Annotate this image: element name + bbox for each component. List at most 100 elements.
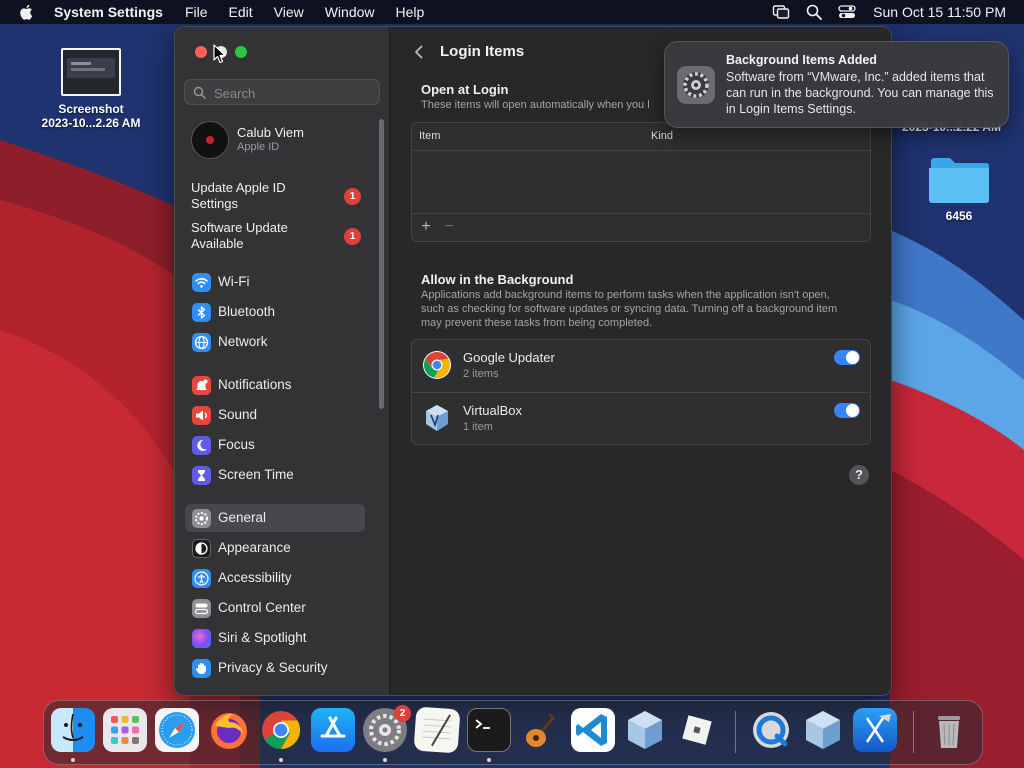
sidebar-item-bluetooth[interactable]: Bluetooth xyxy=(185,298,365,326)
dock-xcode[interactable] xyxy=(853,708,897,752)
help-button[interactable]: ? xyxy=(849,465,869,485)
sound-icon xyxy=(192,406,211,425)
sidebar-item-label: Sound xyxy=(218,407,258,422)
menu-file[interactable]: File xyxy=(185,4,208,20)
apple-logo-icon[interactable] xyxy=(18,3,36,21)
background-item-count: 2 items xyxy=(463,368,499,380)
dock-roblox[interactable] xyxy=(675,708,719,752)
sidebar-scrollbar[interactable] xyxy=(379,119,384,409)
dock-chrome[interactable] xyxy=(259,708,303,752)
menu-help[interactable]: Help xyxy=(396,4,425,20)
chrome-icon xyxy=(262,711,301,750)
textedit-icon xyxy=(422,714,452,747)
dock-quicktime[interactable] xyxy=(749,708,793,752)
notice-update-apple-id[interactable]: Update Apple ID Settings 1 xyxy=(191,180,371,214)
allow-background-title: Allow in the Background xyxy=(421,272,574,287)
notifications-icon xyxy=(192,376,211,395)
sidebar-item-accessibility[interactable]: Accessibility xyxy=(185,564,365,592)
virtualbox-toggle[interactable] xyxy=(834,403,860,418)
notice-software-update[interactable]: Software Update Available 1 xyxy=(191,220,371,254)
dock-vscode[interactable] xyxy=(571,708,615,752)
back-chevron-icon[interactable] xyxy=(410,43,428,61)
window-zoom-button[interactable] xyxy=(235,46,247,58)
sidebar-item-network[interactable]: Network xyxy=(185,328,365,356)
dock-separator xyxy=(913,711,914,753)
dock-terminal[interactable] xyxy=(467,708,511,752)
menu-edit[interactable]: Edit xyxy=(229,4,253,20)
column-header-kind[interactable]: Kind xyxy=(651,130,673,142)
vscode-icon xyxy=(576,714,607,746)
chrome-icon xyxy=(423,351,451,379)
dock-system-settings[interactable]: 2 xyxy=(363,705,411,752)
sidebar-search[interactable] xyxy=(184,79,380,105)
sidebar-item-privacy-security[interactable]: Privacy & Security xyxy=(185,654,365,682)
avatar xyxy=(191,121,229,159)
dock-virtualbox-2[interactable] xyxy=(801,708,845,752)
sidebar-item-focus[interactable]: Focus xyxy=(185,431,365,459)
window-close-button[interactable] xyxy=(195,46,207,58)
column-header-item[interactable]: Item xyxy=(419,130,440,142)
dock-finder[interactable] xyxy=(51,708,95,752)
sidebar-item-siri-spotlight[interactable]: Siri & Spotlight xyxy=(185,624,365,652)
sidebar-item-label: Appearance xyxy=(218,540,291,555)
sidebar-item-wifi[interactable]: Wi-Fi xyxy=(185,268,365,296)
apple-id-account[interactable]: Calub Viem Apple ID xyxy=(191,121,381,161)
search-input[interactable] xyxy=(212,83,376,103)
dock-app-store[interactable] xyxy=(311,708,355,752)
menu-window[interactable]: Window xyxy=(325,4,375,20)
dock-trash[interactable] xyxy=(927,708,971,752)
virtualbox-icon xyxy=(426,405,448,431)
sidebar-item-control-center[interactable]: Control Center xyxy=(185,594,365,622)
appearance-icon xyxy=(192,539,211,558)
roblox-icon xyxy=(682,715,712,745)
list-item-google-updater[interactable]: Google Updater 2 items xyxy=(412,340,870,392)
screen-time-icon xyxy=(192,466,211,485)
google-updater-toggle[interactable] xyxy=(834,350,860,365)
sidebar-item-sound[interactable]: Sound xyxy=(185,401,365,429)
sidebar-item-label: Network xyxy=(218,334,268,349)
dock-launchpad[interactable] xyxy=(103,708,147,752)
sidebar-item-label: Focus xyxy=(218,437,255,452)
desktop-screenshot-file[interactable]: Screenshot 2023-10...2.26 AM xyxy=(30,48,152,130)
open-at-login-description: These items will open automatically when… xyxy=(421,99,650,111)
control-center-menu-icon[interactable] xyxy=(838,3,856,21)
privacy-hand-icon xyxy=(192,659,211,678)
dock-garageband[interactable] xyxy=(519,708,563,752)
sidebar-item-label: Control Center xyxy=(218,600,306,615)
menu-view[interactable]: View xyxy=(274,4,304,20)
sidebar-item-label: General xyxy=(218,510,267,525)
dock-safari[interactable] xyxy=(155,708,199,752)
sidebar-item-label: Siri & Spotlight xyxy=(218,630,307,645)
sidebar-item-screen-time[interactable]: Screen Time xyxy=(185,461,365,489)
sidebar-item-label: Privacy & Security xyxy=(218,660,328,675)
spotlight-search-icon[interactable] xyxy=(805,3,823,21)
dock-virtualbox[interactable] xyxy=(623,708,667,752)
menu-bar-extras: Sun Oct 15 11:50 PM xyxy=(757,0,1006,24)
page-title: Login Items xyxy=(440,43,525,60)
login-items-table[interactable]: Item Kind + − xyxy=(411,122,871,242)
sidebar-item-notifications[interactable]: Notifications xyxy=(185,371,365,399)
dock-firefox[interactable] xyxy=(207,708,251,752)
sidebar-item-general[interactable]: General xyxy=(185,504,365,532)
menu-clock[interactable]: Sun Oct 15 11:50 PM xyxy=(873,4,1006,20)
firefox-icon xyxy=(211,713,247,749)
dock-running-indicator xyxy=(487,758,491,762)
quicktime-icon xyxy=(753,712,789,748)
notification-banner[interactable]: Background Items Added Software from “VM… xyxy=(664,41,1009,128)
list-item-virtualbox[interactable]: VirtualBox 1 item xyxy=(412,392,870,444)
accessibility-icon xyxy=(192,569,211,588)
screen-mirroring-icon[interactable] xyxy=(772,3,790,21)
dock: 2 xyxy=(43,700,983,765)
dock-separator xyxy=(735,711,736,753)
background-item-name: Google Updater xyxy=(463,350,555,365)
notification-title: Background Items Added xyxy=(726,53,877,67)
remove-login-item-button[interactable]: − xyxy=(440,217,458,237)
dock-textedit[interactable] xyxy=(413,706,461,754)
screenshot-filedate: 2023-10...2.26 AM xyxy=(41,116,141,130)
search-icon xyxy=(193,86,206,99)
add-login-item-button[interactable]: + xyxy=(417,217,435,237)
menu-app-name[interactable]: System Settings xyxy=(54,4,163,20)
screenshot-thumbnail xyxy=(61,48,121,96)
desktop-folder[interactable]: 6456 xyxy=(924,150,994,223)
sidebar-item-appearance[interactable]: Appearance xyxy=(185,534,365,562)
